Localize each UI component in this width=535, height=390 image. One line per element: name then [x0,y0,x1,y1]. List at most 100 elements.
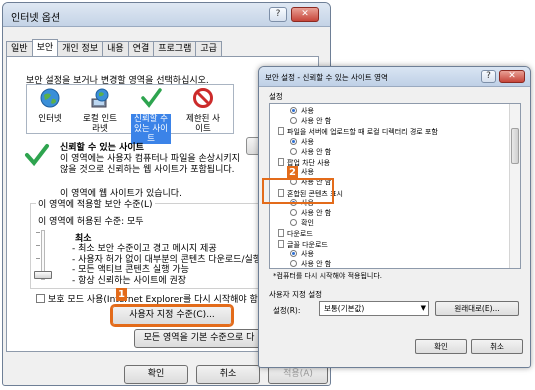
slider-tick [36,245,40,246]
tab-privacy[interactable]: 개인 정보 [57,41,104,56]
reset-select-value: 보통(기본값) [324,304,365,313]
setting-option[interactable]: 사용 [290,249,314,259]
setting-label: 다운로드 [287,230,313,239]
level-detail: - 사용자 허가 없이 대부분의 콘텐츠 다운로드/실행 [72,254,262,265]
setting-item[interactable]: 파일을 서버에 업로드할 때 로컬 디렉터리 경로 포함 [278,127,438,137]
setting-icon [278,127,284,136]
setting-item[interactable]: 글꼴 다운로드 [278,239,328,250]
chevron-down-icon: ▼ [420,304,426,312]
setting-item[interactable]: 팝업 차단 사용 [278,158,330,168]
zone-trusted-sites[interactable]: 신뢰할 수 있는 사이트 [131,87,171,144]
setting-label: 사용 안 함 [301,260,332,268]
setting-option[interactable]: 사용 안 함 [290,117,331,126]
cancel-button[interactable]: 취소 [471,339,523,354]
setting-option[interactable]: 사용 [290,137,314,147]
window-title: 인터넷 옵션 [11,13,61,24]
reset-label: 설정(R): [273,306,301,315]
security-level-slider-thumb[interactable] [34,271,52,279]
title-bar: 인터넷 옵션 ? ✕ [3,3,330,27]
zone-title: 신뢰할 수 있는 사이트 [60,143,144,153]
scrollbar-thumb[interactable] [511,128,519,164]
ok-button[interactable]: 확인 [415,339,467,354]
radio-button[interactable] [290,117,297,125]
setting-label: 사용 [301,137,314,146]
reset-caption: 사용자 지정 설정 [269,290,323,299]
reset-level-select[interactable]: 보통(기본값) ▼ [319,301,429,316]
setting-icon [278,239,284,248]
protected-mode-checkbox[interactable] [36,294,45,303]
setting-icon [278,229,284,238]
setting-label: 사용 [301,168,314,177]
ok-button[interactable]: 확인 [124,365,188,384]
settings-caption: 설정 [269,92,283,101]
setting-label: 사용 안 함 [301,209,332,217]
setting-label: 글꼴 다운로드 [287,240,328,249]
setting-option[interactable]: 사용 안 함 [290,147,332,157]
intranet-icon [91,88,109,108]
cancel-button[interactable]: 취소 [196,365,260,384]
setting-icon [278,158,284,166]
allowed-level-text: 이 영역에 허용된 수준: 모두 [38,217,144,227]
radio-button[interactable] [290,107,297,114]
tab-content[interactable]: 내용 [102,41,129,56]
restricted-icon [193,88,213,108]
tab-programs[interactable]: 프로그램 [153,41,197,56]
step-marker-2: 2 [287,166,298,179]
level-detail: - 최소 보안 수준이고 경고 메시지 제공 [72,244,217,254]
protected-mode-label: 보호 모드 사용(Internet Explorer를 다시 시작해야 함)(P… [48,295,274,305]
zone-label: 제한된 사이트 [186,114,220,134]
vertical-scrollbar[interactable] [509,104,520,268]
setting-label: 사용 안 함 [301,147,332,156]
tab-strip: 일반 보안 개인 정보 내용 연결 프로그램 고급 [6,39,222,56]
security-level-name: 최소 [75,234,92,244]
slider-tick [36,258,40,259]
security-level-description: - 최소 보안 수준이고 경고 메시지 제공 - 사용자 허가 없이 대부분의 … [72,244,261,286]
restart-note: *컴퓨터를 다시 시작해야 적용됩니다. [273,272,382,280]
level-detail: - 모든 액티브 콘텐츠 실행 가능 [72,265,189,275]
custom-level-button[interactable]: 사용자 지정 수준(C)... [110,304,234,327]
zone-description: 이 영역에는 사용자 컴퓨터나 파일을 손상시키지 않을 것으로 신뢰하는 웹 … [60,154,240,175]
protected-mode-row[interactable]: 보호 모드 사용(Internet Explorer를 다시 시작해야 함)(P… [36,292,274,305]
setting-label: 사용 [301,107,314,115]
setting-option[interactable]: 확인 [290,219,314,228]
tab-general[interactable]: 일반 [6,41,33,56]
setting-item[interactable]: 다운로드 [278,229,313,239]
zone-label: 로컬 인트라넷 [83,114,117,134]
window-title: 보안 설정 - 신뢰할 수 있는 사이트 영역 [265,73,388,82]
zone-restricted-sites[interactable]: 제한된 사이트 [183,87,223,134]
radio-button[interactable] [290,260,297,267]
close-button[interactable]: ✕ [291,7,319,22]
tab-security[interactable]: 보안 [31,39,59,56]
zone-local-intranet[interactable]: 로컬 인트라넷 [80,87,120,134]
slider-tick [36,232,40,233]
radio-button[interactable] [290,249,297,257]
title-bar: 보안 설정 - 신뢰할 수 있는 사이트 영역 ? ✕ [259,67,530,87]
setting-label: 파일을 서버에 업로드할 때 로컬 디렉터리 경로 포함 [287,128,438,137]
radio-button[interactable] [290,137,297,145]
zone-label: 인터넷 [38,114,62,124]
mixed-content-highlight [262,178,334,204]
default-level-button[interactable]: 모든 영역을 기본 수준으로 다 [134,329,264,348]
security-level-legend: 이 영역에 적용할 보안 수준(L) [36,197,155,210]
radio-button[interactable] [290,209,297,216]
setting-option[interactable]: 사용 안 함 [290,260,332,268]
setting-option[interactable]: 사용 [290,107,314,116]
setting-option[interactable]: 사용 안 함 [290,209,331,218]
level-detail: - 항상 신뢰하는 사이트에 권장 [72,275,187,286]
checkmark-icon [141,88,162,108]
tab-connections[interactable]: 연결 [127,41,155,56]
radio-button[interactable] [290,219,297,227]
tab-advanced[interactable]: 고급 [195,41,222,56]
close-button[interactable]: ✕ [499,70,525,83]
globe-icon [40,88,60,108]
security-settings-window: 보안 설정 - 신뢰할 수 있는 사이트 영역 ? ✕ 설정 사용 사용 안 함파… [258,66,531,368]
help-button[interactable]: ? [481,70,496,83]
help-button[interactable]: ? [269,7,287,22]
step-marker-1: 1 [116,288,127,301]
zone-internet[interactable]: 인터넷 [30,87,70,124]
setting-label: 확인 [301,219,314,228]
radio-button[interactable] [290,147,297,155]
reset-button[interactable]: 원래대로(E)... [435,301,519,316]
setting-label: 사용 안 함 [301,117,332,126]
setting-label: 사용 [301,249,314,258]
